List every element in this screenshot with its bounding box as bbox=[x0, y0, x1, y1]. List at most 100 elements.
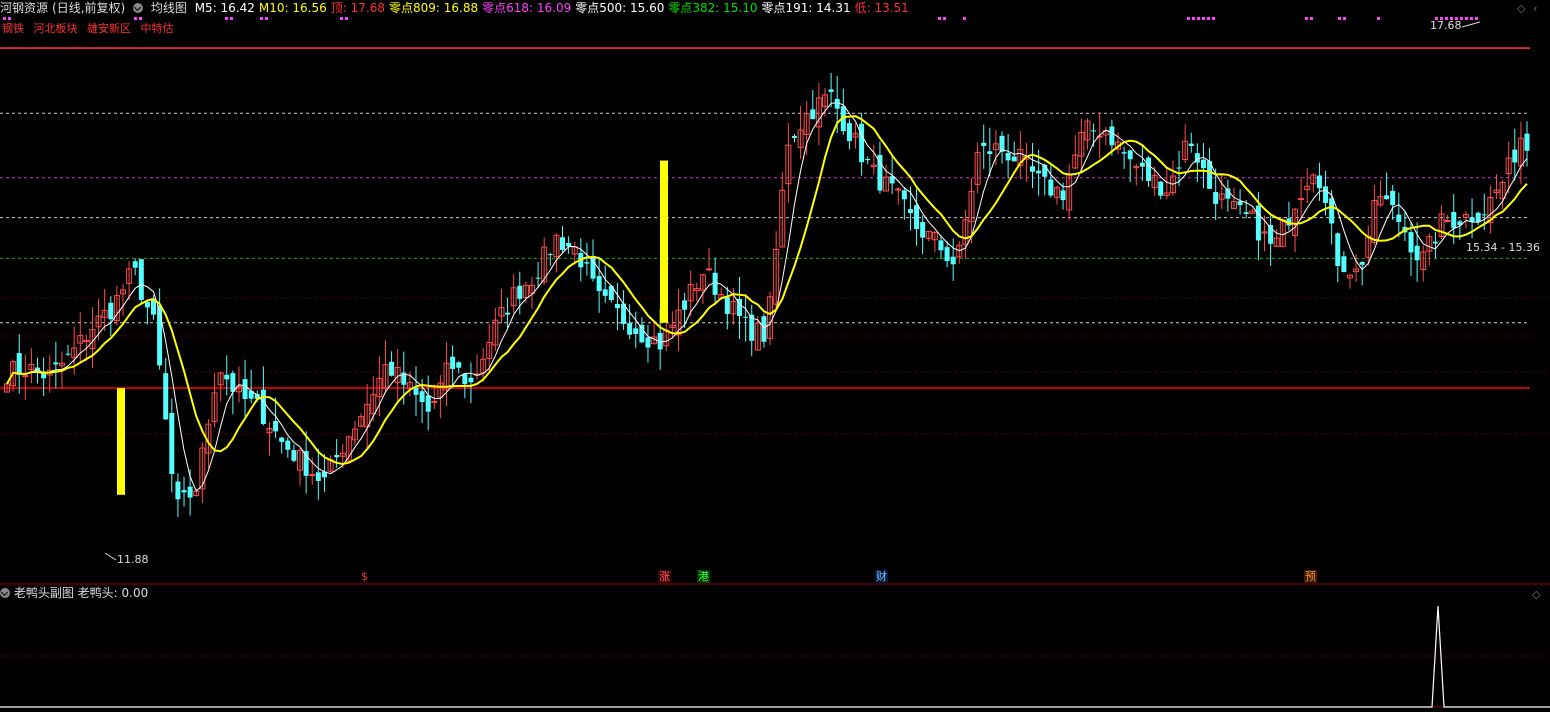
candle-body bbox=[1384, 195, 1390, 200]
indicator-2: 顶: 17.68 bbox=[330, 1, 385, 15]
chevron-down-icon[interactable] bbox=[0, 588, 10, 598]
candle-body bbox=[645, 337, 651, 348]
candle-body bbox=[1451, 212, 1457, 229]
candle-body bbox=[389, 361, 395, 376]
candle-body bbox=[1091, 130, 1097, 132]
candle-body bbox=[1396, 214, 1402, 223]
high-pointer bbox=[1461, 21, 1481, 28]
candle-body bbox=[224, 374, 230, 380]
candle-body bbox=[1255, 205, 1261, 241]
candle-body bbox=[1390, 190, 1396, 206]
candle-body bbox=[724, 297, 730, 314]
candle-body bbox=[157, 305, 163, 366]
kline-chart[interactable] bbox=[0, 0, 1550, 712]
candle-body bbox=[987, 151, 993, 154]
candle-body bbox=[1139, 162, 1145, 167]
candle-body bbox=[1341, 256, 1347, 273]
candle-body bbox=[22, 375, 29, 378]
tag-xiongan[interactable]: 雄安新区 bbox=[87, 22, 131, 35]
candle-body bbox=[566, 243, 572, 247]
candle-body bbox=[1359, 262, 1365, 265]
candle-body bbox=[309, 474, 316, 477]
candle-body bbox=[1237, 201, 1243, 206]
top-marker bbox=[938, 17, 941, 20]
tag-zhongteguo[interactable]: 中特估 bbox=[141, 22, 174, 35]
range-label: 15.34 - 15.36 bbox=[1466, 241, 1540, 254]
candle-body bbox=[560, 237, 566, 250]
stock-name[interactable]: 河钢资源 bbox=[0, 1, 48, 15]
candle-body bbox=[1481, 214, 1487, 216]
event-marker-dollar[interactable]: $ bbox=[360, 570, 369, 583]
chevron-down-icon[interactable] bbox=[133, 3, 144, 13]
event-marker-gang[interactable]: 港 bbox=[697, 570, 710, 583]
candle-body bbox=[303, 451, 309, 476]
candle-body bbox=[1408, 232, 1414, 253]
candle-body bbox=[828, 89, 834, 92]
candle-body bbox=[144, 301, 150, 308]
event-marker-yu[interactable]: 预 bbox=[1304, 570, 1317, 583]
diamond-icon[interactable]: ◇ bbox=[1532, 588, 1540, 601]
sub-chart-title[interactable]: 老鸭头副图 bbox=[14, 586, 74, 600]
low-price-label: 11.88 bbox=[117, 553, 149, 566]
event-marker-zhang[interactable]: 涨 bbox=[658, 570, 671, 583]
candle-body bbox=[1444, 220, 1451, 223]
candle-body bbox=[132, 261, 138, 268]
top-marker bbox=[345, 17, 348, 20]
candle-body bbox=[181, 490, 187, 493]
candle-body bbox=[1121, 152, 1127, 154]
indicator-7: 零点191: 14.31 bbox=[761, 1, 851, 15]
indicator-8: 低: 13.51 bbox=[854, 1, 909, 15]
candle-body bbox=[413, 387, 419, 395]
candle-body bbox=[1329, 198, 1335, 224]
candle-body bbox=[1512, 149, 1518, 163]
candle-body bbox=[596, 276, 602, 292]
candle-body bbox=[16, 353, 22, 375]
event-marker-cai[interactable]: 财 bbox=[875, 570, 888, 583]
candle-body bbox=[431, 400, 438, 403]
indicator-3: 零点809: 16.88 bbox=[388, 1, 479, 15]
top-marker bbox=[225, 17, 228, 20]
top-marker bbox=[265, 17, 268, 20]
candle-body bbox=[1158, 181, 1164, 196]
chart-name[interactable]: 均线图 bbox=[151, 1, 187, 15]
candle-body bbox=[1213, 191, 1219, 204]
chevron-left-icon[interactable]: ‹ bbox=[1533, 2, 1537, 15]
candle-body bbox=[1060, 190, 1066, 201]
indicator-values: M5: 16.42 M10: 16.56 顶: 17.68 零点809: 16.88 零… bbox=[195, 1, 913, 15]
indicator-5: 零点500: 15.60 bbox=[575, 1, 665, 15]
candle-body bbox=[914, 205, 920, 229]
candle-body bbox=[517, 285, 523, 299]
top-marker bbox=[1187, 17, 1190, 20]
candle-body bbox=[682, 300, 688, 310]
candle-body bbox=[169, 413, 175, 474]
candle-body bbox=[53, 362, 59, 365]
tag-hebei[interactable]: 河北板块 bbox=[34, 22, 78, 35]
candle-body bbox=[1524, 133, 1530, 151]
candle-body bbox=[981, 142, 987, 146]
candle-body bbox=[1176, 167, 1182, 169]
candle-body bbox=[108, 302, 114, 320]
candle-body bbox=[187, 486, 193, 498]
candle-body bbox=[285, 440, 291, 450]
top-marker bbox=[1305, 17, 1308, 20]
candle-body bbox=[547, 254, 553, 256]
candle-body bbox=[1042, 164, 1048, 177]
top-marker bbox=[1202, 17, 1205, 20]
candle-body bbox=[1323, 186, 1329, 203]
diamond-icon[interactable]: ◇ bbox=[1517, 2, 1525, 15]
top-marker bbox=[1197, 17, 1200, 20]
top-marker bbox=[1212, 17, 1215, 20]
candle-body bbox=[1316, 175, 1322, 189]
candle-body bbox=[1146, 157, 1152, 181]
top-marker bbox=[963, 17, 966, 20]
candle-body bbox=[1011, 156, 1017, 162]
candle-body bbox=[334, 454, 340, 458]
high-price-label: 17.68 bbox=[1430, 19, 1462, 32]
candle-body bbox=[712, 272, 718, 295]
candle-body bbox=[1432, 241, 1438, 244]
candle-body bbox=[865, 158, 871, 161]
tag-steel[interactable]: 钢铁 bbox=[2, 22, 24, 35]
top-marker bbox=[1465, 17, 1468, 20]
indicator-0: M5: 16.42 bbox=[194, 1, 255, 15]
candle-body bbox=[743, 316, 749, 318]
